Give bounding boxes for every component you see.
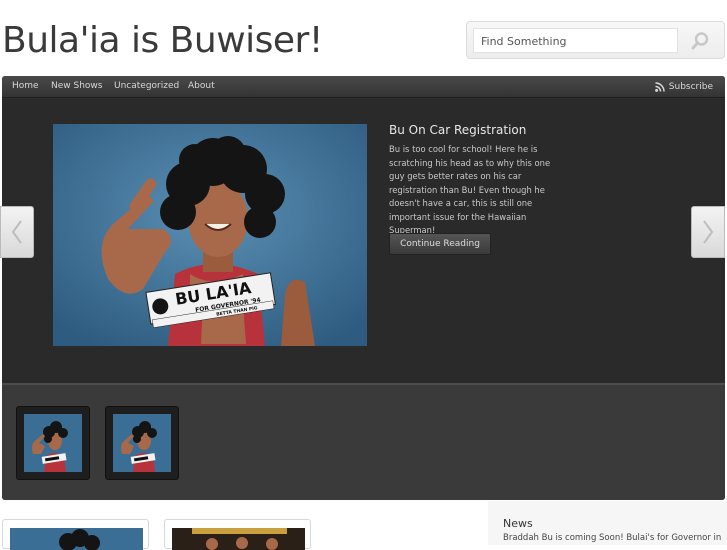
sidebar: News Braddah Bu is coming Soon! Bulai's … <box>488 501 727 545</box>
chevron-right-icon <box>703 220 714 244</box>
photo-illustration: BU LA'IA FOR GOVERNOR '94 BETTA THAN PIG <box>53 124 367 346</box>
magnifier-icon <box>691 31 709 49</box>
nav-item-new-shows[interactable]: New Shows <box>51 76 102 98</box>
continue-reading-button[interactable]: Continue Reading <box>389 233 491 255</box>
nav-item-about[interactable]: About <box>188 76 215 98</box>
search-input[interactable]: Find Something <box>473 28 678 53</box>
thumbnail-strip <box>2 383 725 500</box>
featured-slide: BU LA'IA FOR GOVERNOR '94 BETTA THAN PIG… <box>2 99 725 383</box>
thumbnail-1[interactable] <box>16 406 90 480</box>
main-nav: Home New Shows Uncategorized About Subsc… <box>2 76 725 98</box>
post-card-image <box>172 528 305 550</box>
sidebar-news-title: News <box>503 517 533 530</box>
nav-item-home[interactable]: Home <box>12 76 39 98</box>
thumbnail-image <box>113 414 171 472</box>
subscribe-link[interactable]: Subscribe <box>654 76 713 98</box>
search-button[interactable] <box>680 26 720 55</box>
feature-title[interactable]: Bu On Car Registration <box>389 123 526 137</box>
thumbnail-image <box>24 414 82 472</box>
thumbnail-2[interactable] <box>105 406 179 480</box>
sidebar-news-text[interactable]: Braddah Bu is coming Soon! Bulai's for G… <box>503 533 727 543</box>
previous-slide-button[interactable] <box>0 206 34 258</box>
nav-item-uncategorized[interactable]: Uncategorized <box>114 76 179 98</box>
post-card-image <box>10 528 143 550</box>
next-slide-button[interactable] <box>691 206 725 258</box>
subscribe-label: Subscribe <box>668 82 713 92</box>
featured-panel: Home New Shows Uncategorized About Subsc… <box>2 76 725 500</box>
featured-image[interactable]: BU LA'IA FOR GOVERNOR '94 BETTA THAN PIG <box>53 124 367 346</box>
chevron-left-icon <box>11 220 22 244</box>
feature-excerpt: Bu is too cool for school! Here he is sc… <box>389 144 551 235</box>
site-title[interactable]: Bula'ia is Buwiser! <box>2 20 323 61</box>
rss-icon <box>654 82 665 92</box>
search-box: Find Something <box>466 21 725 59</box>
